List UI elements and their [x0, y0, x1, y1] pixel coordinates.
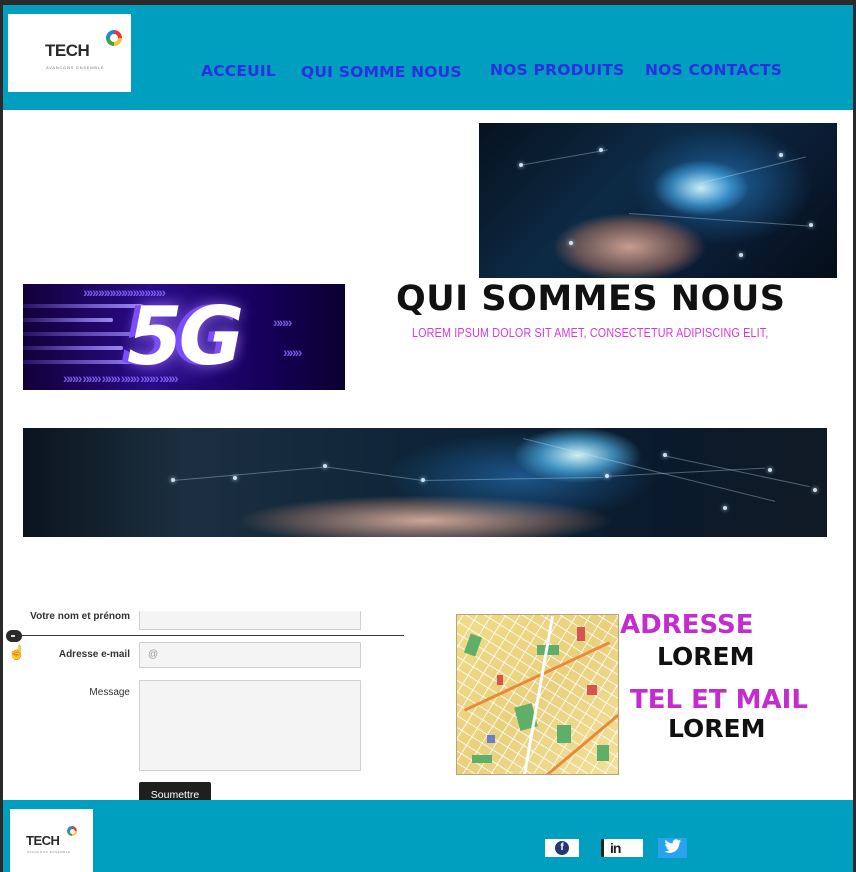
about-text: LOREM IPSUM DOLOR SIT AMET, CONSECTETUR …	[412, 326, 769, 340]
email-placeholder: @	[148, 649, 159, 660]
footer-logo-brand: TECH	[26, 833, 60, 848]
email-label: Adresse e-mail	[58, 649, 130, 660]
logo-tagline: AVANCONS ENSEMBLE	[46, 65, 105, 70]
footer-logo-tagline: AVANCONS ENSEMBLE	[27, 850, 71, 854]
site-footer: TECH AVANCONS ENSEMBLE f in	[3, 800, 853, 872]
nav-nos-produits[interactable]: NOS PRODUITS	[490, 61, 625, 79]
facebook-icon: f	[555, 841, 569, 855]
address-heading: ADRESSE	[620, 610, 754, 640]
slider-handle[interactable]	[6, 630, 22, 642]
footer-logo[interactable]: TECH AVANCONS ENSEMBLE	[10, 809, 93, 872]
nav-acceuil[interactable]: ACCEUIL	[201, 62, 276, 80]
5g-banner-image: »»»»»»»»»»»»»» »»» »»» »»» »»» »»» »»» »…	[23, 284, 345, 390]
site-logo[interactable]: TECH AVANCONS ENSEMBLE	[8, 14, 131, 92]
name-field[interactable]	[139, 611, 361, 630]
facebook-link[interactable]: f	[545, 839, 579, 857]
tel-mail-heading: TEL ET MAIL	[630, 685, 808, 715]
linkedin-icon: in	[610, 840, 621, 856]
slider-track[interactable]	[14, 635, 404, 636]
name-label: Votre nom et prénom	[30, 611, 130, 622]
nav-nos-contacts[interactable]: NOS CONTACTS	[645, 61, 782, 79]
5g-text: 5G	[127, 290, 244, 383]
linkedin-link[interactable]: in	[601, 839, 643, 857]
submit-button[interactable]: Soumettre	[139, 782, 211, 800]
footer-logo-ring-icon	[67, 826, 77, 836]
logo-ring-icon	[106, 30, 122, 46]
hero-tablet-image	[479, 123, 837, 278]
address-value: LOREM	[657, 642, 755, 671]
message-field[interactable]	[139, 680, 361, 771]
nav-qui-somme-nous[interactable]: QUI SOMME NOUS	[301, 63, 462, 81]
logo-brand: TECH	[45, 41, 90, 60]
site-header: TECH AVANCONS ENSEMBLE ACCEUIL QUI SOMME…	[3, 5, 853, 110]
message-label: Message	[89, 687, 130, 698]
tel-mail-value: LOREM	[668, 714, 766, 743]
window-border-left	[0, 0, 3, 872]
location-map[interactable]	[456, 614, 619, 775]
twitter-icon	[663, 838, 682, 858]
about-title: QUI SOMMES NOUS	[396, 279, 786, 319]
network-banner-image	[23, 428, 827, 537]
twitter-link[interactable]	[658, 838, 687, 858]
email-field[interactable]: @	[139, 642, 361, 668]
